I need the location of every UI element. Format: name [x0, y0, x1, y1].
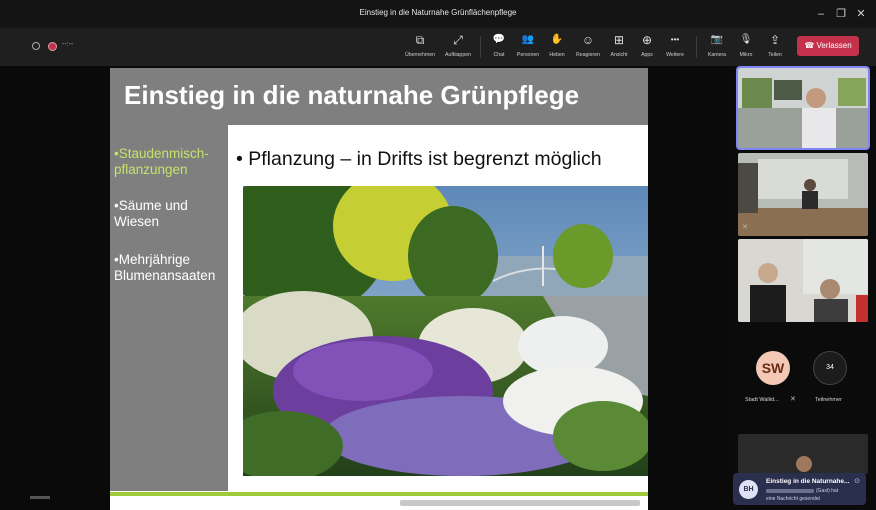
slide-nav-staudenmischpflanzungen: •Staudenmisch- pflanzungen [114, 146, 209, 177]
participant-video-speaker[interactable] [736, 66, 870, 150]
grid-icon: ⊞ [613, 33, 625, 47]
apps-icon: ⊕ [641, 33, 653, 47]
chat-icon: ⊙ [854, 478, 860, 485]
slide-title: Einstieg in die naturnahe Grünpflege [124, 80, 580, 110]
view-label: Ansicht [610, 52, 628, 58]
slide-footer-text [400, 500, 640, 506]
window-title: Einstieg in die Naturnahe Grünflächenpfl… [359, 8, 517, 17]
share-view-icon: ⧉ [415, 33, 425, 47]
react-button[interactable]: ☺ Reagieren [572, 33, 604, 61]
participant-count-badge[interactable]: 34 [813, 351, 847, 385]
close-icon[interactable]: ✕ [852, 5, 870, 23]
flower-bed-photo [243, 186, 648, 476]
phone-icon: ☎ [804, 41, 817, 50]
avatar[interactable]: SW [756, 351, 790, 385]
camera-off-icon: 📷 [710, 34, 724, 45]
more-icon: ••• [670, 35, 680, 44]
leave-button[interactable]: ☎ Verlassen [797, 36, 859, 56]
take-control-label: Übernehmen [405, 52, 435, 58]
notification-body: eine Nachricht gesendet [766, 496, 820, 502]
pop-out-label: Aufklappen [445, 52, 471, 58]
chat-button[interactable]: 💬 Chat [488, 33, 510, 61]
share-button[interactable]: ⇪ Teilen [764, 33, 786, 61]
leave-label: Verlassen [816, 41, 852, 50]
slide-sidebar [110, 125, 228, 491]
mic-label: Mikro [739, 52, 753, 58]
raise-hand-button[interactable]: ✋ Heben [546, 33, 568, 61]
camera-button[interactable]: 📷 Kamera [704, 33, 730, 61]
toolbar-divider [480, 36, 481, 58]
mic-button[interactable]: 🎙 Mikro [734, 33, 758, 61]
smiley-icon: ☺ [581, 33, 595, 47]
share-icon: ⇪ [769, 33, 781, 47]
mic-off-icon: ✕ [790, 396, 796, 403]
slide-nav-blumenansaaten: •Mehrjährige Blumenansaaten [114, 252, 216, 283]
apps-button[interactable]: ⊕ Apps [636, 33, 658, 61]
title-bar: Einstieg in die Naturnahe Grünflächenpfl… [0, 0, 876, 28]
pop-out-icon: ⤢ [453, 33, 463, 47]
recording-icon [48, 42, 57, 51]
participant-count-label: Teilnehmer [815, 397, 842, 403]
slide-bullet: • Pflanzung – in Drifts ist begrenzt mög… [236, 148, 602, 170]
chat-notification[interactable]: BH Einstieg in die Naturnahe... (Gast) h… [733, 473, 866, 505]
slide-footer-bar [110, 492, 648, 496]
participant-name: Stadt Wallid... [745, 397, 779, 403]
take-control-button[interactable]: ⧉ Übernehmen [402, 33, 438, 61]
notification-sender-suffix: (Gast) hat [816, 488, 839, 494]
apps-label: Apps [641, 52, 653, 58]
shield-icon [32, 42, 40, 50]
toolbar-divider [696, 36, 697, 58]
people-icon: 👥 [521, 34, 535, 45]
participant-video-meeting-room[interactable] [738, 239, 868, 322]
sender-avatar: BH [739, 480, 758, 499]
slide-nav-saeume-wiesen: •Säume und Wiesen [114, 198, 188, 229]
camera-label: Kamera [707, 52, 727, 58]
chat-label: Chat [493, 52, 505, 58]
maximize-icon[interactable]: ❐ [832, 5, 850, 23]
presenter-label [30, 496, 50, 499]
notification-title: Einstieg in die Naturnahe... [766, 478, 850, 485]
share-label: Teilen [768, 52, 782, 58]
pop-out-button[interactable]: ⤢ Aufklappen [440, 33, 476, 61]
notification-sender: (Gast) hat [766, 488, 838, 494]
hand-icon: ✋ [550, 34, 564, 45]
more-label: Weitere [666, 52, 684, 58]
meeting-timer: --:-- [62, 41, 74, 48]
chat-icon: 💬 [492, 34, 506, 45]
people-label: Personen [516, 52, 540, 58]
participant-video-partial[interactable] [738, 434, 868, 474]
more-button[interactable]: ••• Weitere [662, 33, 688, 61]
redacted-name [766, 488, 814, 493]
people-button[interactable]: 👥 Personen [514, 33, 542, 61]
mic-off-icon: ✕ [742, 224, 748, 231]
participant-video-office[interactable]: ✕ [738, 153, 868, 236]
raise-hand-label: Heben [549, 52, 565, 58]
mic-off-icon: 🎙 [739, 34, 753, 45]
presentation-slide: Einstieg in die naturnahe Grünpflege •St… [110, 68, 648, 510]
minimize-icon[interactable]: – [812, 5, 830, 23]
view-button[interactable]: ⊞ Ansicht [606, 33, 632, 61]
react-label: Reagieren [576, 52, 600, 58]
